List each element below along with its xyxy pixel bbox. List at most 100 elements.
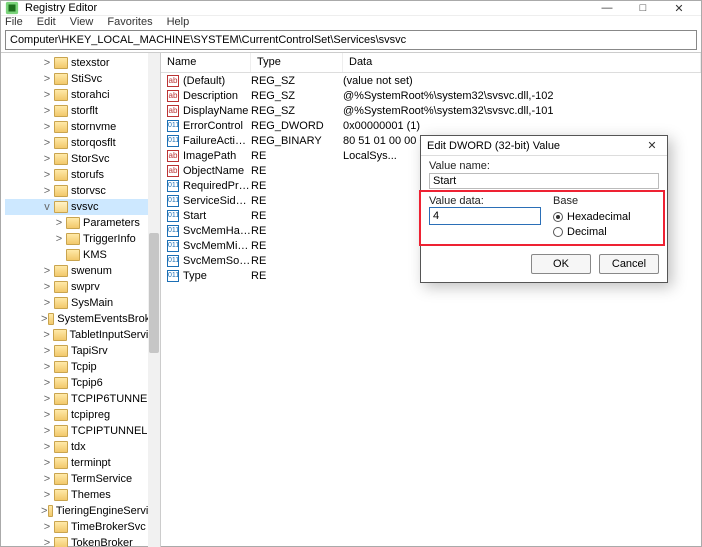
tree-expander-icon[interactable]: > xyxy=(53,233,65,245)
tree-expander-icon[interactable]: > xyxy=(41,361,53,373)
tree-item[interactable]: >TriggerInfo xyxy=(5,231,160,247)
tree-item[interactable]: >Themes xyxy=(5,487,160,503)
tree-item[interactable]: >TCPIP6TUNNEL xyxy=(5,391,160,407)
folder-icon xyxy=(48,505,52,517)
tree-item[interactable]: >tcpipreg xyxy=(5,407,160,423)
tree-item[interactable]: >storqosflt xyxy=(5,135,160,151)
tree-item-label: TabletInputService xyxy=(70,329,161,341)
value-type: RE xyxy=(251,165,343,177)
menu-view[interactable]: View xyxy=(70,16,94,28)
folder-icon xyxy=(53,329,66,341)
menu-edit[interactable]: Edit xyxy=(37,16,56,28)
tree-item[interactable]: >TimeBrokerSvc xyxy=(5,519,160,535)
tree-expander-icon[interactable]: v xyxy=(41,201,53,213)
tree-expander-icon[interactable]: > xyxy=(41,73,53,85)
col-name[interactable]: Name xyxy=(161,53,251,72)
radio-dec-label: Decimal xyxy=(567,226,607,238)
tree-item[interactable]: >Parameters xyxy=(5,215,160,231)
tree-scrollbar[interactable] xyxy=(148,53,160,547)
tree-item[interactable]: vsvsvc xyxy=(5,199,160,215)
minimize-button[interactable]: — xyxy=(589,1,625,15)
tree-expander-icon[interactable]: > xyxy=(41,489,53,501)
radio-hex-row[interactable]: Hexadecimal xyxy=(553,209,631,224)
tree-item[interactable]: >terminpt xyxy=(5,455,160,471)
tree-item[interactable]: >stexstor xyxy=(5,55,160,71)
menu-favorites[interactable]: Favorites xyxy=(107,16,152,28)
radio-dec-row[interactable]: Decimal xyxy=(553,224,631,239)
tree-expander-icon[interactable]: > xyxy=(41,57,53,69)
tree-item[interactable]: >TokenBroker xyxy=(5,535,160,547)
tree-expander-icon[interactable]: > xyxy=(41,505,47,517)
tree-expander-icon[interactable]: > xyxy=(41,409,53,421)
tree-item[interactable]: >StiSvc xyxy=(5,71,160,87)
tree-item[interactable]: >storflt xyxy=(5,103,160,119)
tree-item[interactable]: >SysMain xyxy=(5,295,160,311)
tree-item[interactable]: >SystemEventsBroker xyxy=(5,311,160,327)
tree-expander-icon[interactable]: > xyxy=(41,89,53,101)
value-type: RE xyxy=(251,270,343,282)
col-type[interactable]: Type xyxy=(251,53,343,72)
tree-expander-icon[interactable]: > xyxy=(41,313,47,325)
tree-item[interactable]: >storvsc xyxy=(5,183,160,199)
tree-expander-icon[interactable]: > xyxy=(53,217,65,229)
folder-icon xyxy=(54,73,68,85)
menu-help[interactable]: Help xyxy=(167,16,190,28)
tree-item[interactable]: >StorSvc xyxy=(5,151,160,167)
tree-item[interactable]: >TieringEngineService xyxy=(5,503,160,519)
tree-item[interactable]: > TabletInputService xyxy=(5,327,160,343)
tree-item-label: storahci xyxy=(71,89,110,101)
tree-expander-icon[interactable]: > xyxy=(41,377,53,389)
cancel-button[interactable]: Cancel xyxy=(599,254,659,274)
tree-expander-icon[interactable]: > xyxy=(41,521,53,533)
radio-dec[interactable] xyxy=(553,227,563,237)
value-type: RE xyxy=(251,150,343,162)
tree-expander-icon[interactable]: > xyxy=(41,265,53,277)
tree-expander-icon[interactable]: > xyxy=(41,121,53,133)
tree-item[interactable]: >tdx xyxy=(5,439,160,455)
tree-item[interactable]: > storahci xyxy=(5,87,160,103)
tree-expander-icon[interactable]: > xyxy=(41,345,53,357)
tree-item[interactable]: >storufs xyxy=(5,167,160,183)
tree-expander-icon[interactable]: > xyxy=(41,137,53,149)
tree-item[interactable]: >stornvme xyxy=(5,119,160,135)
tree-expander-icon[interactable]: > xyxy=(41,537,53,547)
col-data[interactable]: Data xyxy=(343,53,701,72)
folder-icon xyxy=(54,137,68,149)
tree-expander-icon[interactable]: > xyxy=(41,281,53,293)
value-row[interactable]: 011ErrorControlREG_DWORD0x00000001 (1) xyxy=(161,118,701,133)
tree-item[interactable]: >Tcpip6 xyxy=(5,375,160,391)
value-data: @%SystemRoot%\system32\svsvc.dll,-102 xyxy=(343,90,701,102)
tree-expander-icon[interactable]: > xyxy=(41,457,53,469)
tree-expander-icon[interactable]: > xyxy=(41,169,53,181)
dialog-close-button[interactable]: ✕ xyxy=(643,139,661,152)
tree-expander-icon[interactable]: > xyxy=(41,153,53,165)
radio-hex[interactable] xyxy=(553,212,563,222)
tree-item[interactable]: >swprv xyxy=(5,279,160,295)
tree-expander-icon[interactable]: > xyxy=(41,329,52,341)
address-bar[interactable]: Computer\HKEY_LOCAL_MACHINE\SYSTEM\Curre… xyxy=(5,30,697,50)
tree-scroll-thumb[interactable] xyxy=(149,233,159,353)
ok-button[interactable]: OK xyxy=(531,254,591,274)
tree-expander-icon[interactable]: > xyxy=(41,393,53,405)
value-name-field[interactable]: Start xyxy=(429,173,659,189)
tree-expander-icon[interactable]: > xyxy=(41,441,53,453)
value-row[interactable]: abDisplayNameREG_SZ@%SystemRoot%\system3… xyxy=(161,103,701,118)
tree-expander-icon[interactable]: > xyxy=(41,185,53,197)
close-button[interactable]: ✕ xyxy=(661,1,697,15)
tree-item[interactable]: KMS xyxy=(5,247,160,263)
value-row[interactable]: ab(Default)REG_SZ(value not set) xyxy=(161,73,701,88)
dialog-titlebar[interactable]: Edit DWORD (32-bit) Value ✕ xyxy=(421,136,667,156)
tree-item[interactable]: >Tcpip xyxy=(5,359,160,375)
tree-item[interactable]: >swenum xyxy=(5,263,160,279)
tree-expander-icon[interactable]: > xyxy=(41,425,53,437)
tree-expander-icon[interactable]: > xyxy=(41,473,53,485)
tree-item[interactable]: >TCPIPTUNNEL xyxy=(5,423,160,439)
value-row[interactable]: abDescriptionREG_SZ@%SystemRoot%\system3… xyxy=(161,88,701,103)
menu-file[interactable]: File xyxy=(5,16,23,28)
maximize-button[interactable]: □ xyxy=(625,1,661,15)
tree-item[interactable]: >TapiSrv xyxy=(5,343,160,359)
tree-expander-icon[interactable]: > xyxy=(41,105,53,117)
tree-expander-icon[interactable]: > xyxy=(41,297,53,309)
value-data-field[interactable]: 4 xyxy=(429,207,541,225)
tree-item[interactable]: >TermService xyxy=(5,471,160,487)
